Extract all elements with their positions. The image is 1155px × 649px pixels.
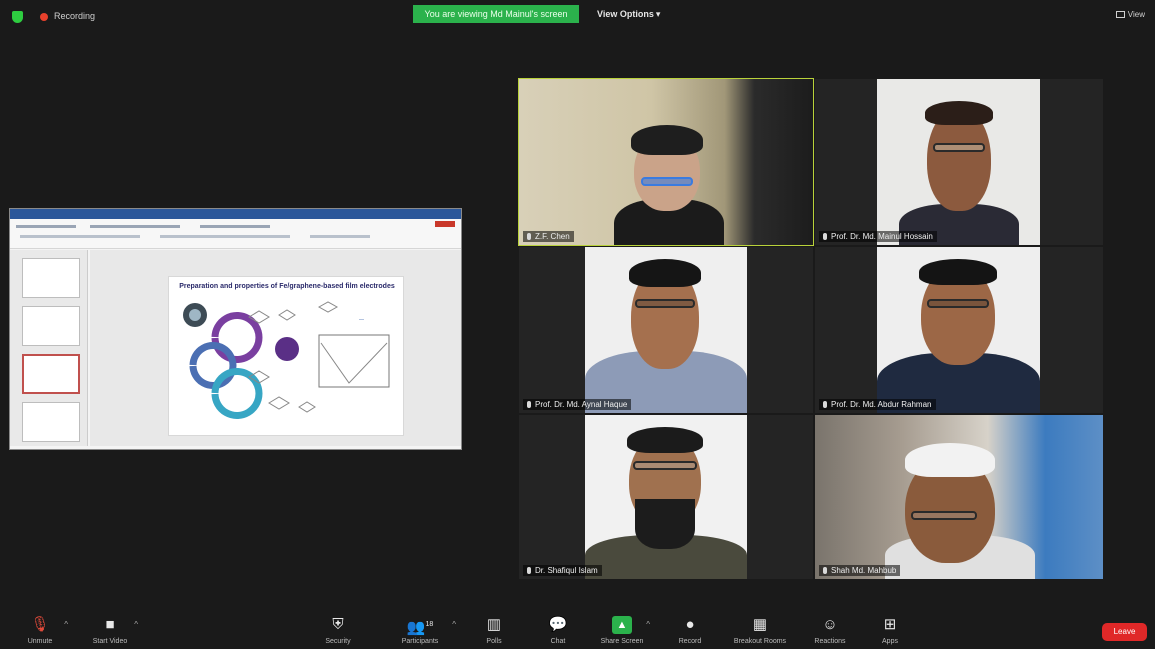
mic-icon — [527, 233, 531, 240]
apps-button[interactable]: ⊞ Apps — [858, 612, 922, 649]
record-button[interactable]: ● Record — [658, 612, 722, 649]
mic-icon — [527, 567, 531, 574]
microphone-muted-icon: 🎙 — [30, 616, 50, 633]
encryption-shield-icon[interactable] — [12, 11, 23, 23]
participants-icon: 👥18 — [406, 619, 434, 636]
shared-app-titlebar — [10, 209, 461, 219]
recording-icon — [40, 13, 48, 21]
participant-tile[interactable]: Shah Md. Mahbub — [815, 415, 1103, 579]
participant-name: Prof. Dr. Md. Mainul Hossain — [819, 231, 937, 242]
participant-name: Prof. Dr. Md. Abdur Rahman — [819, 399, 936, 410]
slide: Preparation and properties of Fe/graphen… — [168, 276, 404, 436]
breakout-rooms-button[interactable]: ▦ Breakout Rooms — [722, 612, 798, 649]
leave-button[interactable]: Leave — [1102, 623, 1147, 641]
chevron-up-icon[interactable]: ^ — [646, 620, 650, 629]
participants-button[interactable]: 👥18 Participants ^ — [380, 612, 460, 649]
shared-screen-window[interactable]: Preparation and properties of Fe/graphen… — [9, 208, 462, 450]
chevron-down-icon: ▾ — [655, 9, 661, 19]
view-mode-label: View — [1127, 10, 1145, 19]
recording-label: Recording — [54, 11, 96, 21]
smiley-icon: ☺ — [822, 616, 838, 633]
polls-button[interactable]: ▥ Polls — [462, 612, 526, 649]
participant-tile[interactable]: Z.F. Chen — [518, 78, 814, 246]
bar-chart-icon: ▥ — [486, 616, 502, 633]
participant-name: Z.F. Chen — [523, 231, 574, 242]
meeting-toolbar: 🎙 Unmute ^ ■ Start Video ^ ⛨ Security 👥1… — [0, 612, 1155, 649]
participant-tile[interactable]: Prof. Dr. Md. Aynal Haque — [519, 247, 813, 413]
participant-tile[interactable]: Prof. Dr. Md. Mainul Hossain — [815, 79, 1103, 245]
reactions-button[interactable]: ☺ Reactions — [798, 612, 862, 649]
start-video-button[interactable]: ■ Start Video ^ — [78, 612, 142, 649]
view-mode-button[interactable]: View — [1115, 10, 1145, 19]
unmute-button[interactable]: 🎙 Unmute ^ — [8, 612, 72, 649]
chevron-up-icon[interactable]: ^ — [134, 620, 138, 629]
slide-diagram: — — [183, 301, 390, 419]
record-icon: ● — [685, 616, 695, 633]
slide-thumbnail — [22, 258, 80, 298]
chevron-up-icon[interactable]: ^ — [64, 620, 68, 629]
view-options-label: View Options — [597, 9, 654, 19]
slide-thumbnail-panel — [10, 250, 88, 446]
breakout-rooms-icon: ▦ — [752, 616, 768, 633]
apps-icon: ⊞ — [883, 616, 897, 633]
chat-bubble-icon: 💬 — [548, 616, 568, 633]
slide-thumbnail-active — [22, 354, 80, 394]
security-button[interactable]: ⛨ Security — [306, 612, 370, 649]
view-options-button[interactable]: View Options ▾ — [597, 9, 660, 20]
mic-icon — [823, 233, 827, 240]
shared-app-ribbon — [10, 219, 461, 249]
mic-icon — [527, 401, 531, 408]
slide-thumbnail — [22, 306, 80, 346]
screen-share-banner: You are viewing Md Mainul's screen — [413, 5, 579, 23]
video-camera-off-icon: ■ — [105, 616, 115, 633]
slide-thumbnail — [22, 402, 80, 442]
meeting-top-bar: Recording You are viewing Md Mainul's sc… — [0, 0, 1155, 34]
participant-tile[interactable]: Prof. Dr. Md. Abdur Rahman — [815, 247, 1103, 413]
participant-name: Dr. Shafiqul Islam — [523, 565, 602, 576]
shield-icon: ⛨ — [332, 616, 344, 633]
mic-icon — [823, 401, 827, 408]
participant-name: Shah Md. Mahbub — [819, 565, 901, 576]
chevron-up-icon[interactable]: ^ — [452, 620, 456, 629]
participant-tile[interactable]: Dr. Shafiqul Islam — [519, 415, 813, 579]
share-screen-icon: ▲ — [612, 616, 632, 634]
chat-button[interactable]: 💬 Chat — [526, 612, 590, 649]
mic-icon — [823, 567, 827, 574]
svg-text:—: — — [359, 317, 364, 323]
participant-name: Prof. Dr. Md. Aynal Haque — [523, 399, 632, 410]
slide-canvas: Preparation and properties of Fe/graphen… — [90, 250, 461, 446]
share-screen-button[interactable]: ▲ Share Screen ^ — [590, 612, 654, 649]
gallery-grid-icon — [1115, 11, 1125, 18]
